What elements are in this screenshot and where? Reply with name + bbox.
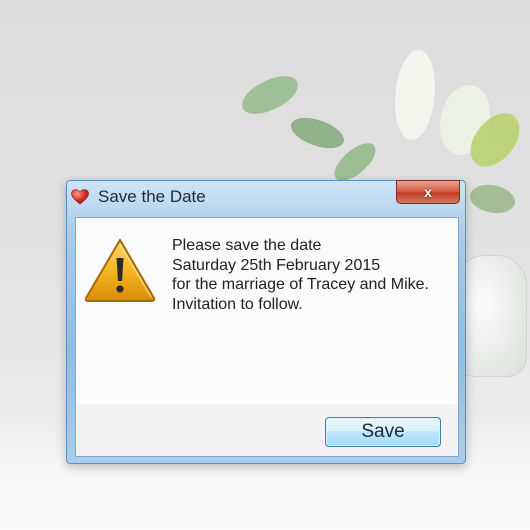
leaf-decoration [236, 70, 304, 120]
close-icon: x [424, 184, 432, 200]
title-bar[interactable]: Save the Date x [67, 180, 465, 213]
message-line: for the marriage of Tracey and Mike. [172, 276, 429, 293]
message-text: Please save the date Saturday 25th Febru… [172, 236, 429, 314]
warning-icon [84, 239, 156, 302]
save-button[interactable]: Save [325, 417, 441, 447]
window-title: Save the Date [98, 187, 206, 206]
flower-decoration [395, 50, 435, 140]
dialog-content: Please save the date Saturday 25th Febru… [75, 217, 459, 457]
message-line: Invitation to follow. [172, 295, 303, 313]
close-button[interactable]: x [396, 180, 460, 204]
leaf-decoration [287, 109, 348, 157]
leaf-decoration [466, 178, 519, 220]
heart-icon [71, 189, 89, 205]
message-line: Saturday 25th February 2015 [172, 256, 381, 274]
dialog-window: Save the Date x Please save the date Sat… [66, 180, 466, 464]
message-line: Please save the date [172, 237, 322, 254]
message-area: Please save the date Saturday 25th Febru… [76, 218, 458, 404]
